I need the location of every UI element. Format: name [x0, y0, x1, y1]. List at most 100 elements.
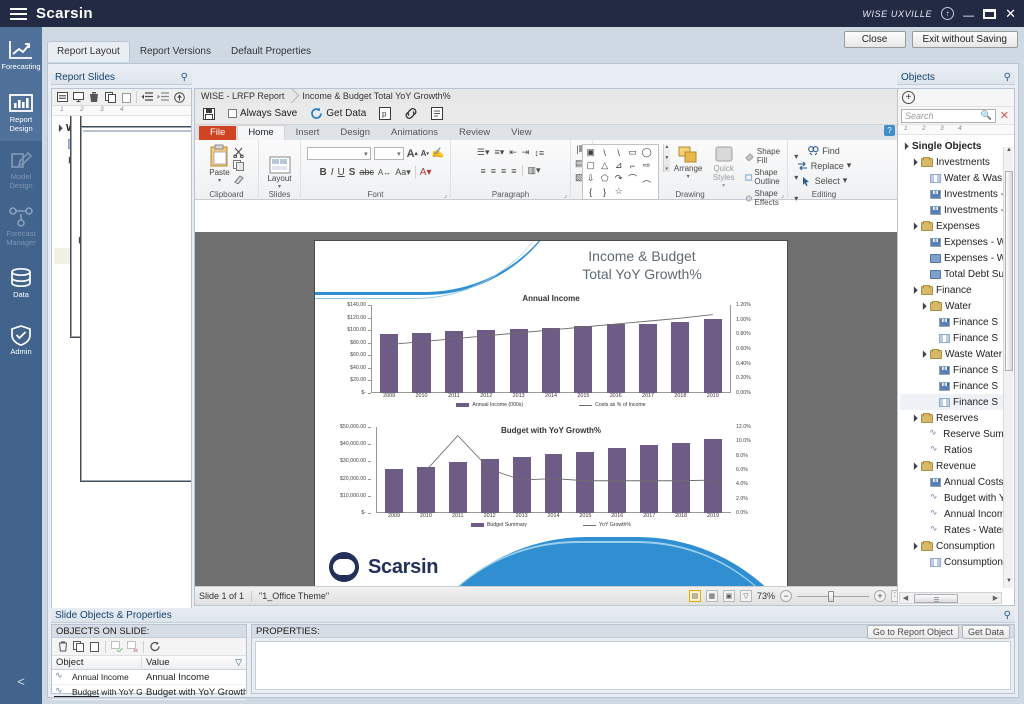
- zoom-in-button[interactable]: +: [874, 590, 886, 602]
- font-size-select[interactable]: ▾: [373, 147, 404, 160]
- up-arrow-icon[interactable]: ↑: [941, 7, 955, 20]
- object-tree-node[interactable]: Investments: [900, 154, 1012, 170]
- get-data-button[interactable]: Get Data: [307, 106, 369, 121]
- shrink-font-icon[interactable]: A ▾: [421, 149, 429, 158]
- object-tree-node[interactable]: Consumption: [900, 554, 1012, 570]
- grow-font-icon[interactable]: A ▴: [407, 148, 418, 160]
- minimize-button[interactable]: —: [963, 11, 974, 22]
- paste-icon[interactable]: [87, 639, 102, 654]
- shape-gallery-scrollbar[interactable]: ▲ ▼ ▾: [662, 144, 670, 172]
- object-tree-node[interactable]: Finance S: [900, 394, 1012, 410]
- tab-report-versions[interactable]: Report Versions: [130, 41, 221, 62]
- promote-icon[interactable]: [139, 90, 155, 105]
- numbering-icon[interactable]: ≡▾: [494, 147, 504, 158]
- zoom-slider-knob[interactable]: [828, 591, 834, 602]
- zoom-out-button[interactable]: −: [780, 590, 792, 602]
- object-tree-node[interactable]: Ratios: [900, 442, 1012, 458]
- clear-formatting-icon[interactable]: ✍: [432, 148, 444, 159]
- rectangle-shape-icon[interactable]: ▭: [626, 146, 640, 159]
- pentagon-shape-icon[interactable]: ⬠: [598, 172, 612, 185]
- column-object[interactable]: Object: [52, 657, 142, 668]
- oval-shape-icon[interactable]: ◯: [640, 146, 654, 159]
- object-tree-node[interactable]: Waste Water: [900, 346, 1012, 362]
- reading-view-icon[interactable]: ▣: [722, 590, 735, 602]
- copy-icon[interactable]: [102, 90, 118, 105]
- right-arrow-shape-icon[interactable]: ⇨: [640, 159, 654, 172]
- slide-show-icon[interactable]: [70, 90, 86, 105]
- powerpoint-icon[interactable]: p: [376, 106, 394, 121]
- get-data-button[interactable]: Get Data: [961, 625, 1010, 639]
- search-input[interactable]: Search 🔍: [901, 108, 996, 123]
- pin-icon[interactable]: ⚲: [181, 72, 188, 83]
- object-tree-node[interactable]: Reserves: [900, 410, 1012, 426]
- expand-arrow-icon[interactable]: [911, 222, 921, 230]
- tab-default-properties[interactable]: Default Properties: [221, 41, 321, 62]
- rail-item-data[interactable]: Data: [0, 255, 42, 312]
- expand-arrow-icon[interactable]: [911, 462, 921, 470]
- add-object-icon[interactable]: +: [902, 91, 915, 104]
- character-spacing-icon[interactable]: A↔: [378, 168, 391, 177]
- help-icon[interactable]: ?: [884, 125, 895, 136]
- scroll-thumb[interactable]: [1005, 171, 1013, 371]
- drawing-dialog-launcher[interactable]: ⌟: [781, 191, 784, 199]
- align-right-icon[interactable]: ≡: [501, 166, 506, 176]
- demote-icon[interactable]: [155, 90, 171, 105]
- close-window-button[interactable]: ✕: [1005, 7, 1016, 20]
- bold-icon[interactable]: B: [319, 167, 326, 178]
- scroll-up-icon[interactable]: ▲: [664, 144, 669, 150]
- object-tree-node[interactable]: Investments -: [900, 186, 1012, 202]
- object-tree-node[interactable]: Investments -: [900, 202, 1012, 218]
- filter-icon[interactable]: ▽: [235, 657, 242, 668]
- object-tree-node[interactable]: Reserve Summ: [900, 426, 1012, 442]
- object-tree-node[interactable]: Annual Costs: [900, 474, 1012, 490]
- object-tree-node[interactable]: Total Debt Su: [900, 266, 1012, 282]
- zoom-slider[interactable]: [797, 590, 869, 602]
- tab-insert[interactable]: Insert: [286, 126, 330, 140]
- object-tree-node[interactable]: Finance S: [900, 362, 1012, 378]
- lshape-icon[interactable]: ⌐: [626, 159, 640, 172]
- breadcrumb-slide[interactable]: Income & Budget Total YoY Growth%: [292, 89, 458, 103]
- replace-button[interactable]: Replace ▾: [797, 160, 851, 171]
- arrow-shape-icon[interactable]: \: [612, 146, 626, 159]
- checkbox-icon[interactable]: [228, 109, 237, 118]
- object-tree-node[interactable]: Annual Incom: [900, 506, 1012, 522]
- tab-review[interactable]: Review: [449, 126, 500, 140]
- tab-view[interactable]: View: [501, 126, 541, 140]
- bullets-icon[interactable]: ☰▾: [477, 147, 490, 158]
- slide-canvas[interactable]: Income & Budget Total YoY Growth% Annual…: [315, 241, 787, 595]
- curved-arrow-shape-icon[interactable]: ↷: [612, 172, 626, 185]
- object-tree-node[interactable]: Expenses - W: [900, 250, 1012, 266]
- paste-icon[interactable]: [118, 90, 134, 105]
- cut-icon[interactable]: [233, 147, 245, 158]
- textbox-shape-icon[interactable]: ▣: [584, 146, 598, 159]
- tab-file[interactable]: File: [199, 126, 237, 140]
- objects-horizontal-scrollbar[interactable]: ◀ ▶: [899, 592, 1002, 604]
- copy-icon[interactable]: [71, 639, 86, 654]
- object-tree-node[interactable]: Single Objects: [900, 138, 1012, 154]
- refresh-icon[interactable]: [147, 639, 162, 654]
- table-row[interactable]: Annual Income Annual Income: [52, 670, 246, 685]
- rounded-rect-shape-icon[interactable]: ▢: [584, 159, 598, 172]
- delete-icon[interactable]: [86, 90, 102, 105]
- decrease-indent-icon[interactable]: ⇤: [509, 147, 517, 158]
- arrange-icon[interactable]: [678, 146, 698, 164]
- scroll-down-icon[interactable]: ▼: [1005, 578, 1013, 588]
- arc-shape-icon[interactable]: ︵: [640, 172, 654, 185]
- maximize-button[interactable]: [983, 8, 997, 19]
- expand-arrow-icon[interactable]: [920, 302, 930, 310]
- scroll-up-icon[interactable]: ▲: [1005, 147, 1013, 157]
- object-tree-node[interactable]: Consumption: [900, 538, 1012, 554]
- rail-item-admin[interactable]: Admin: [0, 312, 42, 369]
- layout-icon[interactable]: [269, 156, 291, 174]
- column-value[interactable]: Value ▽: [142, 657, 246, 668]
- align-center-icon[interactable]: ≡: [491, 166, 496, 176]
- object-tree-node[interactable]: Rates - Water: [900, 522, 1012, 538]
- object-tree-node[interactable]: Water & Was: [900, 170, 1012, 186]
- triangle-shape-icon[interactable]: △: [598, 159, 612, 172]
- line-spacing-icon[interactable]: ↕≡: [534, 148, 544, 158]
- object-tree-node[interactable]: Finance S: [900, 314, 1012, 330]
- scroll-thumb[interactable]: [914, 593, 958, 603]
- scroll-left-icon[interactable]: ◀: [900, 594, 911, 602]
- object-tree-node[interactable]: Finance S: [900, 378, 1012, 394]
- normal-view-icon[interactable]: ▤: [688, 590, 701, 602]
